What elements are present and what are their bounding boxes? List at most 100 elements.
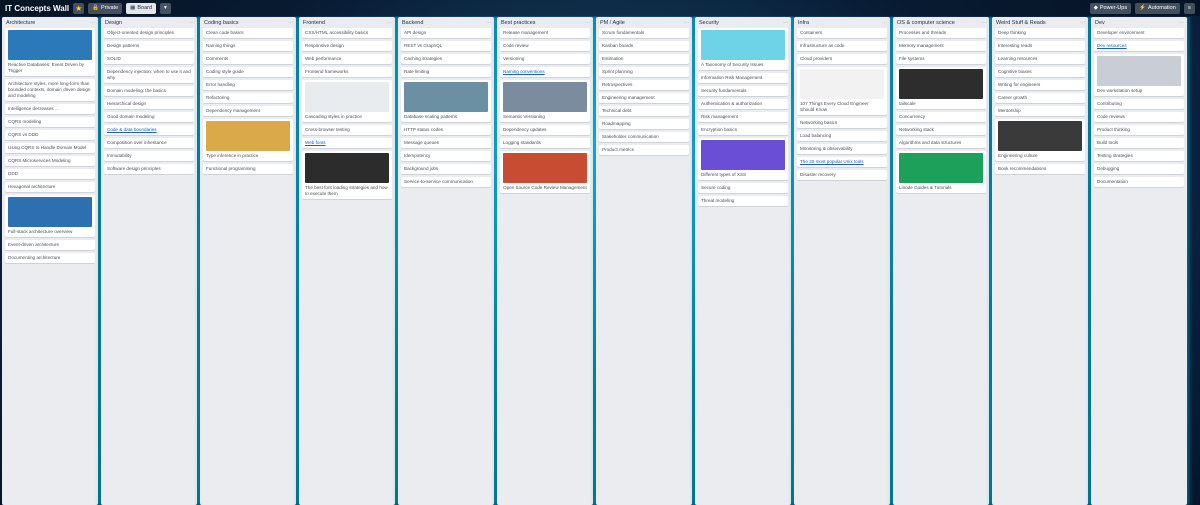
card[interactable]: Career growth: [995, 93, 1085, 103]
more-options-icon[interactable]: ···: [882, 20, 887, 26]
card[interactable]: Book recommendations: [995, 164, 1085, 174]
card[interactable]: Networking stack: [896, 125, 986, 135]
card[interactable]: Cascading styles in practice: [302, 80, 392, 122]
card[interactable]: Naming conventions: [500, 67, 590, 77]
board-title[interactable]: IT Concepts Wall: [5, 4, 69, 13]
card[interactable]: Authentication & authorization: [698, 99, 788, 109]
card[interactable]: Stakeholder communication: [599, 132, 689, 142]
card[interactable]: Encryption basics: [698, 125, 788, 135]
card[interactable]: Code reviews: [1094, 112, 1184, 122]
card[interactable]: Threat modeling: [698, 196, 788, 206]
card[interactable]: Developer environment: [1094, 28, 1184, 38]
card[interactable]: Intelligence decreases ...: [5, 104, 95, 114]
card[interactable]: Software design principles: [104, 164, 194, 174]
board-list[interactable]: Architecture ··· Reactive Databases: Event…: [2, 17, 98, 505]
card[interactable]: Networking basics: [797, 118, 887, 128]
card[interactable]: Event-driven architecture: [5, 240, 95, 250]
card[interactable]: API design: [401, 28, 491, 38]
card[interactable]: Architecture styles, more long-form than…: [5, 79, 95, 101]
visibility-button[interactable]: 🔒 Private: [88, 2, 123, 14]
card[interactable]: Deep thinking: [995, 28, 1085, 38]
card[interactable]: Infrastructure as code: [797, 41, 887, 51]
list-title[interactable]: Architecture: [6, 20, 35, 26]
list-title[interactable]: Weird Stuff & Reads: [996, 20, 1046, 26]
card[interactable]: Learning resources: [995, 54, 1085, 64]
card[interactable]: Refactoring: [203, 93, 293, 103]
card[interactable]: Writing for engineers: [995, 80, 1085, 90]
card[interactable]: Clean code basics: [203, 28, 293, 38]
card[interactable]: Functional programming: [203, 164, 293, 174]
more-options-icon[interactable]: ···: [684, 20, 689, 26]
card[interactable]: Immutability: [104, 151, 194, 161]
card[interactable]: Caching strategies: [401, 54, 491, 64]
card[interactable]: Frontend frameworks: [302, 67, 392, 77]
card[interactable]: Secure coding: [698, 183, 788, 193]
board-list[interactable]: Best practices ··· Release management Code …: [497, 17, 593, 505]
card[interactable]: The 20 most popular Unix tools: [797, 157, 887, 167]
more-options-icon[interactable]: ···: [486, 20, 491, 26]
card[interactable]: Web performance: [302, 54, 392, 64]
board-list[interactable]: Frontend ··· CSS/HTML accessibility basics…: [299, 17, 395, 505]
card[interactable]: File systems: [896, 54, 986, 64]
more-options-icon[interactable]: ···: [1179, 20, 1184, 26]
card[interactable]: Engineering management: [599, 93, 689, 103]
board-list[interactable]: Infra ··· Containers Infrastructure as code…: [794, 17, 890, 505]
card[interactable]: Technical debt: [599, 106, 689, 116]
card[interactable]: Message queues: [401, 138, 491, 148]
chevron-down-icon[interactable]: ▾: [160, 2, 171, 14]
card[interactable]: Documentation: [1094, 177, 1184, 187]
card[interactable]: Service-to-service communication: [401, 177, 491, 187]
star-icon[interactable]: ★: [73, 2, 85, 14]
card[interactable]: Responsive design: [302, 41, 392, 51]
card[interactable]: Comments: [203, 54, 293, 64]
card[interactable]: Testing strategies: [1094, 151, 1184, 161]
card[interactable]: Engineering culture: [995, 119, 1085, 161]
more-options-icon[interactable]: ···: [387, 20, 392, 26]
card[interactable]: Different types of XSS: [698, 138, 788, 180]
board-list[interactable]: OS & computer science ··· Processes and th…: [893, 17, 989, 505]
card[interactable]: Cross-browser testing: [302, 125, 392, 135]
card[interactable]: Naming things: [203, 41, 293, 51]
card[interactable]: Containers: [797, 28, 887, 38]
card[interactable]: Hierarchical design: [104, 99, 194, 109]
card[interactable]: Memory management: [896, 41, 986, 51]
list-title[interactable]: Dev: [1095, 20, 1105, 26]
card[interactable]: Hexagonal architecture: [5, 182, 95, 192]
card[interactable]: REST vs GraphQL: [401, 41, 491, 51]
card[interactable]: Semantic Versioning: [500, 80, 590, 122]
list-title[interactable]: Backend: [402, 20, 423, 26]
card[interactable]: Build tools: [1094, 138, 1184, 148]
board-list[interactable]: Design ··· Object-oriented design principl…: [101, 17, 197, 505]
card[interactable]: Security fundamentals: [698, 86, 788, 96]
list-title[interactable]: OS & computer science: [897, 20, 955, 26]
card[interactable]: Product metrics: [599, 145, 689, 155]
card[interactable]: Rate limiting: [401, 67, 491, 77]
more-options-icon[interactable]: ···: [189, 20, 194, 26]
card[interactable]: Versioning: [500, 54, 590, 64]
card[interactable]: Contributing: [1094, 99, 1184, 109]
more-options-icon[interactable]: ···: [783, 20, 788, 26]
card[interactable]: Risk management: [698, 112, 788, 122]
card[interactable]: SOLID: [104, 54, 194, 64]
more-options-icon[interactable]: ···: [981, 20, 986, 26]
list-title[interactable]: Infra: [798, 20, 809, 26]
card[interactable]: Dependency management: [203, 106, 293, 116]
card[interactable]: A Taxonomy of Security Issues: [698, 28, 788, 70]
card[interactable]: Monitoring & observability: [797, 144, 887, 154]
list-title[interactable]: PM / Agile: [600, 20, 625, 26]
card[interactable]: Roadmapping: [599, 119, 689, 129]
card[interactable]: Object-oriented design principles: [104, 28, 194, 38]
card[interactable]: Load balancing: [797, 131, 887, 141]
card[interactable]: DDD: [5, 169, 95, 179]
card[interactable]: Dependency updates: [500, 125, 590, 135]
card[interactable]: Error handling: [203, 80, 293, 90]
board-list[interactable]: Dev ··· Developer environment Dev resources…: [1091, 17, 1187, 505]
list-title[interactable]: Frontend: [303, 20, 325, 26]
card[interactable]: tailscale: [896, 67, 986, 109]
card[interactable]: CQRS Microservices Modeling: [5, 156, 95, 166]
card[interactable]: Retrospectives: [599, 80, 689, 90]
card[interactable]: Dev resources: [1094, 41, 1184, 51]
card[interactable]: Background jobs: [401, 164, 491, 174]
card[interactable]: Logging standards: [500, 138, 590, 148]
card[interactable]: Design patterns: [104, 41, 194, 51]
